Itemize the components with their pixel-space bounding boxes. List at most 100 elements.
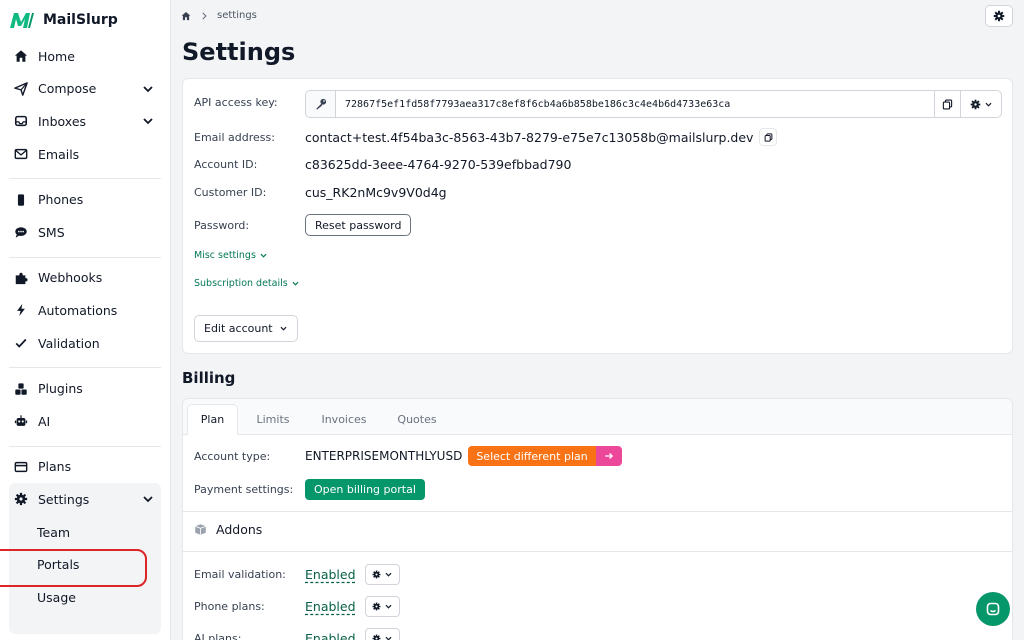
account-id-value[interactable]: c83625dd-3eee-4764-9270-539efbbad790 [305,157,571,172]
divider [183,511,1012,512]
sidebar-item-phones[interactable]: Phones [9,183,161,216]
copy-icon [942,98,953,110]
sidebar-item-compose[interactable]: Compose [9,73,161,106]
copy-email-button[interactable] [759,128,778,146]
subscription-details-toggle[interactable]: Subscription details [194,278,300,289]
misc-settings-toggle[interactable]: Misc settings [194,250,268,261]
addon-status[interactable]: Enabled [305,631,356,640]
sidebar-subitem-usage[interactable]: Usage [9,581,161,614]
settings-submenu: Team Portals Usage [0,515,161,634]
misc-settings-row: Misc settings [194,250,268,261]
send-icon [13,81,29,97]
api-key-row: API access key: [194,96,305,109]
breadcrumb-current[interactable]: settings [217,10,257,21]
edit-account-button[interactable]: Edit account [194,315,298,342]
chevron-right-icon [202,11,207,20]
addon-settings-dropdown[interactable] [364,596,400,617]
logo[interactable]: MailSlurp [0,0,170,40]
addons-header: Addons [194,522,262,537]
sidebar-item-settings[interactable]: Settings [9,483,161,516]
gear-icon [13,491,29,507]
bolt-icon [13,302,29,318]
reset-password-button[interactable]: Reset password [305,214,412,236]
key-icon [306,91,336,117]
gear-icon [372,634,380,640]
sidebar-item-label: Settings [38,491,90,507]
cubes-icon [13,381,29,397]
chevron-down-icon[interactable] [141,492,155,506]
tab-limits[interactable]: Limits [245,404,301,435]
sidebar: MailSlurp Home Compose Inboxes Emails Ph… [0,0,171,640]
addon-label: Email validation: [194,568,286,581]
addon-status[interactable]: Enabled [305,599,356,614]
chevron-down-icon [385,572,391,577]
chevron-down-icon[interactable] [141,114,155,128]
addon-label: Phone plans: [194,600,265,613]
page-settings-button[interactable] [985,5,1013,27]
tab-plan[interactable]: Plan [187,404,238,435]
sidebar-subitem-portals[interactable]: Portals [0,548,161,588]
sidebar-item-label: SMS [38,224,65,240]
copy-api-key-button[interactable] [934,91,960,117]
tab-invoices[interactable]: Invoices [311,404,377,435]
billing-tabs: Plan Limits Invoices Quotes [183,399,1012,435]
open-billing-portal-button[interactable]: Open billing portal [305,479,425,500]
addon-label: AI plans: [194,632,242,640]
chat-bubble-icon [13,224,29,240]
edit-account-label: Edit account [204,322,273,335]
gear-icon [372,602,380,611]
tab-quotes[interactable]: Quotes [387,404,447,435]
customer-id-row: Customer ID: cus_RK2nMc9v9V0d4g [194,185,447,200]
sidebar-subitem-more[interactable] [9,614,161,634]
email-label: Email address: [194,130,275,144]
addon-settings-dropdown[interactable] [364,564,400,585]
credit-card-icon [13,459,29,475]
sidebar-item-label: Plans [38,459,72,475]
email-row: Email address: contact+test.4f54ba3c-856… [194,128,778,146]
divider [183,551,1012,552]
addon-status[interactable]: Enabled [305,567,356,582]
gear-icon [993,10,1005,22]
api-key-value[interactable]: 72867f5ef1fd58f7793aea317c8ef8f6cb4a6b85… [336,99,934,110]
inbox-icon [13,113,29,129]
addon-settings-dropdown[interactable] [364,628,400,640]
sidebar-item-automations[interactable]: Automations [9,294,161,327]
sidebar-item-sms[interactable]: SMS [9,216,161,249]
sidebar-item-label: Inboxes [38,113,87,129]
sidebar-item-webhooks[interactable]: Webhooks [9,262,161,295]
envelope-icon [13,146,29,162]
sidebar-item-label: Plugins [38,381,83,397]
home-icon [13,48,29,64]
support-chat-button[interactable] [976,592,1010,626]
sidebar-item-emails[interactable]: Emails [9,138,161,171]
page-title: Settings [182,38,296,66]
payment-settings-label: Payment settings: [194,483,294,496]
account-type-row: Account type: ENTERPRISEMONTHLYUSD Selec… [194,446,622,466]
account-id-row: Account ID: c83625dd-3eee-4764-9270-539e… [194,157,571,172]
payment-settings-row: Payment settings: Open billing portal [194,479,425,500]
api-key-settings-dropdown[interactable] [960,91,1001,117]
sidebar-item-label: Emails [38,146,80,162]
sidebar-item-label: Automations [38,302,118,318]
api-key-label: API access key: [194,96,278,109]
nav-group-main: Home Compose Inboxes Emails [9,40,161,180]
sidebar-item-plans[interactable]: Plans [9,451,161,484]
sidebar-item-label: Phones [38,192,84,208]
phone-icon [13,192,29,208]
email-value[interactable]: contact+test.4f54ba3c-8563-43b7-8279-e75… [305,130,753,145]
customer-id-value[interactable]: cus_RK2nMc9v9V0d4g [305,185,447,200]
account-id-label: Account ID: [194,158,258,171]
sidebar-item-plugins[interactable]: Plugins [9,372,161,405]
sidebar-item-home[interactable]: Home [9,40,161,73]
select-plan-button[interactable]: Select different plan [468,446,622,466]
sidebar-item-label: Validation [38,335,100,351]
password-label: Password: [194,218,250,232]
sidebar-item-validation[interactable]: Validation [9,327,161,360]
home-icon[interactable] [181,11,191,21]
mailslurp-logo-icon [10,13,34,28]
chevron-down-icon[interactable] [141,82,155,96]
sidebar-subitem-team[interactable]: Team [9,516,161,549]
sidebar-item-inboxes[interactable]: Inboxes [9,105,161,138]
sidebar-item-ai[interactable]: AI [9,405,161,438]
gear-icon [372,570,380,579]
